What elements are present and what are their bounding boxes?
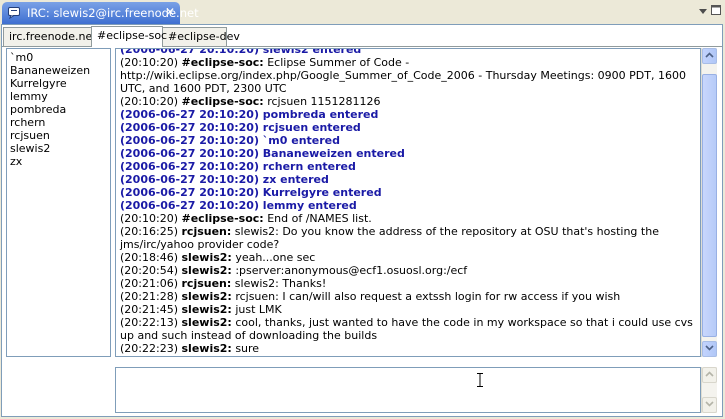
system-message: (2006-06-27 20:10:20) Kurrelgyre entered [120, 186, 382, 199]
system-message: (2006-06-27 20:10:20) rchern entered [120, 160, 356, 173]
message-nick: #eclipse-soc: [181, 212, 264, 225]
message-text: yeah...one sec [235, 251, 316, 264]
system-message: (2006-06-27 20:10:20) lemmy entered [120, 199, 357, 212]
message-nick: slewis2: [181, 290, 232, 303]
list-item[interactable]: rchern [10, 116, 110, 129]
message-time: (20:10:20) [120, 95, 178, 108]
tab-server[interactable]: irc.freenode.net [3, 27, 97, 46]
message-time: (20:20:54) [120, 264, 178, 277]
chat-scrollbar[interactable] [701, 48, 717, 357]
system-message: (2006-06-27 20:10:20) slewis2 entered [120, 48, 362, 56]
scroll-thumb[interactable] [702, 74, 717, 337]
chat-message: (20:16:25) rcjsuen: slewis2: Do you know… [120, 225, 697, 251]
message-text: End of /NAMES list. [267, 212, 372, 225]
chevron-up-icon [705, 52, 714, 58]
system-message: (2006-06-27 20:10:20) Bananeweizen enter… [120, 147, 405, 160]
list-item[interactable]: Bananeweizen [10, 64, 110, 77]
chat-message: (20:10:20) #eclipse-soc: End of /NAMES l… [120, 212, 697, 225]
message-time: (20:22:23) [120, 342, 178, 355]
user-list[interactable]: `m0 Bananeweizen Kurrelgyre lemmy pombre… [6, 48, 111, 357]
chat-message: (20:22:23) slewis2: sure [120, 342, 697, 355]
message-text: just LMK [235, 303, 282, 316]
message-nick: rcjsuen: [181, 225, 232, 238]
message-input[interactable] [115, 367, 701, 413]
tab-eclipse-dev[interactable]: #eclipse-dev [162, 27, 240, 46]
list-item[interactable]: slewis2 [10, 142, 110, 155]
chat-message: (20:10:20) #eclipse-soc: rcjsuen 1151281… [120, 95, 697, 108]
view-tab[interactable]: IRC: slewis2@irc.freenode.net ✕ [2, 2, 199, 24]
view-menu-icon[interactable] [697, 6, 709, 16]
list-item[interactable]: rcjsuen [10, 129, 110, 142]
close-icon[interactable]: ✕ [165, 5, 175, 19]
message-nick: #eclipse-soc: [181, 95, 264, 108]
message-nick: slewis2: [181, 264, 232, 277]
message-time: (20:10:20) [120, 56, 178, 69]
message-time: (20:21:06) [120, 277, 178, 290]
scroll-down-button[interactable] [702, 341, 717, 357]
chat-message: (20:21:45) slewis2: just LMK [120, 303, 697, 316]
message-text: sure [235, 342, 260, 355]
chevron-down-icon [705, 401, 714, 407]
chat-log[interactable]: (2006-06-27 20:10:20) slewis2 entered (2… [115, 48, 701, 357]
message-text: :pserver:anonymous@ecf1.osuosl.org:/ecf [235, 264, 468, 277]
message-text: slewis2: Thanks! [234, 277, 327, 290]
chat-message: (20:21:28) slewis2: rcjsuen: I can/will … [120, 290, 697, 303]
message-time: (20:16:25) [120, 225, 178, 238]
chevron-down-icon [705, 345, 714, 351]
text-cursor-icon [477, 373, 483, 387]
scroll-up-button[interactable] [702, 48, 717, 64]
list-item[interactable]: `m0 [10, 51, 110, 64]
scroll-down-button[interactable] [702, 397, 717, 413]
message-nick: slewis2: [181, 342, 232, 355]
message-time: (20:21:45) [120, 303, 178, 316]
message-nick: slewis2: [181, 251, 232, 264]
system-message: (2006-06-27 20:10:20) pombreda entered [120, 108, 379, 121]
input-scrollbar[interactable] [701, 367, 717, 413]
message-nick: slewis2: [181, 303, 232, 316]
message-time: (20:21:28) [120, 290, 178, 303]
message-text: rcjsuen: I can/will also request a extss… [235, 290, 621, 303]
list-item[interactable]: pombreda [10, 103, 110, 116]
chat-message: (20:20:54) slewis2: :pserver:anonymous@e… [120, 264, 697, 277]
scroll-up-button[interactable] [702, 367, 717, 383]
tab-eclipse-soc[interactable]: #eclipse-soc [91, 26, 167, 47]
message-nick: #eclipse-soc: [181, 56, 264, 69]
irc-icon [8, 7, 20, 19]
message-time: (20:22:13) [120, 316, 178, 329]
message-nick: slewis2: [181, 316, 232, 329]
list-item[interactable]: Kurrelgyre [10, 77, 110, 90]
maximize-icon[interactable] [711, 5, 721, 15]
message-text: rcjsuen 1151281126 [267, 95, 381, 108]
chat-message: (20:22:13) slewis2: cool, thanks, just w… [120, 316, 697, 342]
chat-message: (20:18:46) slewis2: yeah...one sec [120, 251, 697, 264]
message-time: (20:18:46) [120, 251, 178, 264]
system-message: (2006-06-27 20:10:20) zx entered [120, 173, 329, 186]
chat-message: (20:10:20) #eclipse-soc: Eclipse Summer … [120, 56, 697, 95]
message-nick: rcjsuen: [181, 277, 232, 290]
list-item[interactable]: zx [10, 155, 110, 168]
list-item[interactable]: lemmy [10, 90, 110, 103]
system-message: (2006-06-27 20:10:20) rcjsuen entered [120, 121, 361, 134]
chevron-up-icon [705, 371, 714, 377]
chat-message: (20:21:06) rcjsuen: slewis2: Thanks! [120, 277, 697, 290]
system-message: (2006-06-27 20:10:20) `m0 entered [120, 134, 341, 147]
message-time: (20:10:20) [120, 212, 178, 225]
